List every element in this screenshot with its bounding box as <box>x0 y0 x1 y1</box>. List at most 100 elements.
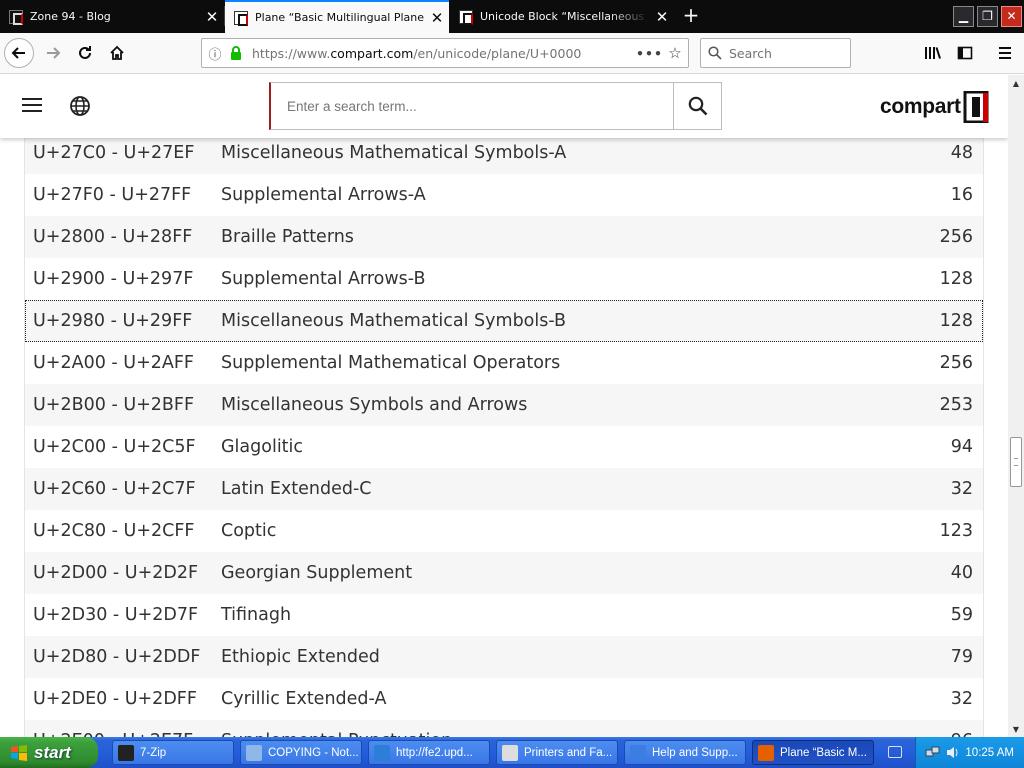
tab-zone94-blog[interactable]: Zone 94 - Blog ✕ <box>0 0 225 33</box>
library-button[interactable] <box>918 38 948 68</box>
page-actions-button[interactable]: ••• <box>636 46 662 61</box>
block-name[interactable]: Braille Patterns <box>221 227 893 247</box>
block-name[interactable]: Miscellaneous Symbols and Arrows <box>221 395 893 415</box>
menu-button[interactable] <box>990 38 1020 68</box>
site-search-form <box>269 82 722 130</box>
url-text[interactable]: https://www.compart.com/en/unicode/plane… <box>252 46 636 61</box>
block-name[interactable]: Miscellaneous Mathematical Symbols-B <box>221 311 893 331</box>
sidebar-icon <box>957 46 973 60</box>
block-range: U+2C00 - U+2C5F <box>33 437 196 457</box>
start-button[interactable]: start <box>0 737 98 768</box>
block-range: U+2980 - U+29FF <box>33 311 193 331</box>
reload-button[interactable] <box>70 38 100 68</box>
block-range: U+2C80 - U+2CFF <box>33 521 195 541</box>
block-name[interactable]: Georgian Supplement <box>221 563 893 583</box>
window-minimize-button[interactable]: ▁ <box>953 6 974 27</box>
taskbar-button-label: Help and Supp... <box>652 746 738 759</box>
taskbar-button-label: Plane “Basic M... <box>780 746 867 759</box>
taskbar-button-label: COPYING - Not... <box>268 746 359 759</box>
site-search-input[interactable] <box>271 83 675 129</box>
block-row[interactable]: U+2900 - U+297F Supplemental Arrows-B 128 <box>25 258 983 300</box>
block-name[interactable]: Supplemental Mathematical Operators <box>221 353 893 373</box>
reload-icon <box>79 46 91 59</box>
scrollbar-thumb[interactable] <box>1010 437 1022 487</box>
keyboard-icon[interactable] <box>888 746 902 758</box>
taskbar-button-label: http://fe2.upd... <box>396 746 473 759</box>
forward-button[interactable] <box>38 38 68 68</box>
block-count: 32 <box>950 689 973 709</box>
tab-unicode-block[interactable]: Unicode Block “Miscellaneous Mathe ✕ <box>450 0 674 33</box>
site-search-button[interactable] <box>673 83 721 129</box>
volume-icon[interactable] <box>945 745 960 760</box>
compart-favicon-icon <box>459 9 473 25</box>
compart-logo[interactable]: compart <box>880 90 989 124</box>
url-path: /en/unicode/plane/U+0000 <box>413 45 582 61</box>
windows-taskbar: start 7-Zip COPYING - Not... http://fe2.up… <box>0 737 1024 768</box>
taskbar-button[interactable]: 7-Zip <box>112 740 234 765</box>
browser-search-box[interactable]: Search <box>700 38 851 68</box>
scroll-down-arrow-icon[interactable]: ▼ <box>1009 721 1023 737</box>
back-button[interactable] <box>4 38 34 68</box>
taskbar-button[interactable]: http://fe2.upd... <box>368 740 490 765</box>
block-name[interactable]: Coptic <box>221 521 893 541</box>
block-count: 40 <box>950 563 973 583</box>
new-tab-button[interactable]: + <box>680 4 702 28</box>
block-row[interactable]: U+27F0 - U+27FF Supplemental Arrows-A 16 <box>25 174 983 216</box>
search-icon <box>688 96 707 116</box>
language-globe-icon[interactable] <box>69 95 91 117</box>
network-icon[interactable] <box>925 745 940 760</box>
printer-icon <box>502 744 518 761</box>
sidebar-toggle-button[interactable] <box>950 38 980 68</box>
block-row[interactable]: U+2C80 - U+2CFF Coptic 123 <box>25 510 983 552</box>
home-button[interactable] <box>102 38 132 68</box>
tab-close-icon[interactable]: ✕ <box>200 8 224 26</box>
lock-icon[interactable] <box>228 45 244 61</box>
tab-close-icon[interactable]: ✕ <box>650 8 674 26</box>
block-row[interactable]: U+2DE0 - U+2DFF Cyrillic Extended-A 32 <box>25 678 983 720</box>
taskbar-button[interactable]: Help and Supp... <box>624 740 746 765</box>
block-count: 79 <box>950 647 973 667</box>
block-count: 123 <box>939 521 973 541</box>
scroll-up-arrow-icon[interactable]: ▲ <box>1009 75 1023 91</box>
info-icon[interactable]: ⓘ <box>202 44 228 63</box>
block-name[interactable]: Cyrillic Extended-A <box>221 689 893 709</box>
block-row[interactable]: U+2B00 - U+2BFF Miscellaneous Symbols and… <box>25 384 983 426</box>
taskbar-button[interactable]: Plane “Basic M... <box>752 740 874 765</box>
windows-logo-icon <box>10 744 28 762</box>
address-bar[interactable]: ⓘ https://www.compart.com/en/unicode/pla… <box>201 38 689 68</box>
block-row[interactable]: U+2C60 - U+2C7F Latin Extended-C 32 <box>25 468 983 510</box>
block-name[interactable]: Miscellaneous Mathematical Symbols-A <box>221 143 893 163</box>
page-scrollbar[interactable]: ▲ ▼ <box>1008 75 1024 737</box>
block-row[interactable]: U+2D80 - U+2DDF Ethiopic Extended 79 <box>25 636 983 678</box>
block-name[interactable]: Supplemental Arrows-A <box>221 185 893 205</box>
block-range: U+2D80 - U+2DDF <box>33 647 201 667</box>
page-viewport: compart U+27C0 - U+27EF Miscellaneous Mat… <box>0 75 1008 737</box>
window-close-button[interactable]: ✕ <box>1001 6 1022 27</box>
block-row[interactable]: U+2980 - U+29FF Miscellaneous Mathematica… <box>25 300 983 342</box>
block-name[interactable]: Ethiopic Extended <box>221 647 893 667</box>
block-range: U+2A00 - U+2AFF <box>33 353 194 373</box>
site-menu-icon[interactable] <box>22 98 42 114</box>
block-name[interactable]: Tifinagh <box>221 605 893 625</box>
taskbar-button[interactable]: COPYING - Not... <box>240 740 362 765</box>
block-row[interactable]: U+2C00 - U+2C5F Glagolitic 94 <box>25 426 983 468</box>
block-row[interactable]: U+2D30 - U+2D7F Tifinagh 59 <box>25 594 983 636</box>
tab-basic-multilingual-plane[interactable]: Plane “Basic Multilingual Plane” ✕ <box>225 0 449 33</box>
block-row[interactable]: U+2A00 - U+2AFF Supplemental Mathematical… <box>25 342 983 384</box>
block-row[interactable]: U+27C0 - U+27EF Miscellaneous Mathematica… <box>25 132 983 174</box>
block-name[interactable]: Supplemental Arrows-B <box>221 269 893 289</box>
block-row[interactable]: U+2D00 - U+2D2F Georgian Supplement 40 <box>25 552 983 594</box>
taskbar-button[interactable]: Printers and Fa... <box>496 740 618 765</box>
block-name[interactable]: Latin Extended-C <box>221 479 893 499</box>
window-restore-button[interactable]: ❐ <box>977 6 998 27</box>
ie-icon <box>374 744 390 761</box>
block-name[interactable]: Glagolitic <box>221 437 893 457</box>
bookmark-star-icon[interactable]: ☆ <box>662 44 688 62</box>
tab-title: Unicode Block “Miscellaneous Mathe <box>480 10 650 23</box>
block-range: U+2800 - U+28FF <box>33 227 193 247</box>
tab-close-icon[interactable]: ✕ <box>425 9 449 27</box>
block-count: 32 <box>950 479 973 499</box>
block-row[interactable]: U+2800 - U+28FF Braille Patterns 256 <box>25 216 983 258</box>
hamburger-icon <box>999 47 1011 59</box>
block-row[interactable]: U+2E00 - U+2E7FSupplemental Punctuation9… <box>25 720 983 737</box>
